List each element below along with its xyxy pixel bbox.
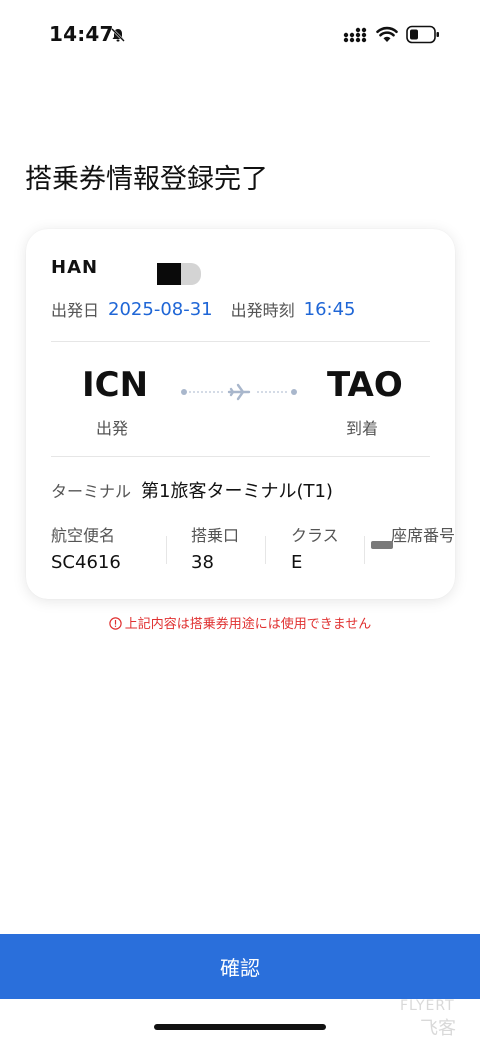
divider [51,456,430,457]
boarding-pass-card: HAN 出発日 2025-08-31 出発時刻 16:45 ICN 出発 TAO… [26,229,455,599]
origin-airport-code: ICN [82,365,149,405]
departure-time-value: 16:45 [303,298,356,320]
departure-datetime-row: 出発日 2025-08-31 出発時刻 16:45 [51,297,356,321]
column-separator [166,536,167,564]
wifi-icon [376,26,398,42]
departure-time-label: 出発時刻 [230,301,295,320]
divider [51,341,430,342]
status-time: 14:47 [49,22,114,46]
confirm-button[interactable]: 確認 [0,934,480,999]
passenger-name-text: HAN [51,257,99,278]
gate-value: 38 [191,552,214,573]
flight-number-label: 航空便名 [51,526,116,545]
passenger-name: HAN [51,257,201,285]
route-section: ICN 出発 TAO 到着 [26,357,455,447]
status-bar: 14:47 [0,0,480,72]
class-label: クラス [291,526,339,545]
bell-muted-icon [111,28,125,42]
terminal-row: ターミナル 第1旅客ターミナル(T1) [51,477,333,503]
seat-number-field: 座席番号 [391,522,455,578]
column-separator [364,536,365,564]
boarding-pass-complete-screen: 14:47 搭乗券情報登録完了 HAN 出発日 2025-08-31 出発時刻 … [0,0,480,1041]
redaction-mask [371,541,393,549]
gate-label: 搭乗口 [191,526,240,545]
battery-icon [406,25,439,44]
watermark: FLYERT 飞客 [400,998,472,1039]
flight-info-grid: 航空便名 SC4616 搭乗口 38 クラス E 座席番号 [51,522,455,578]
terminal-label: ターミナル [51,482,132,501]
destination-label: 到着 [346,419,379,438]
watermark-text: 飞客 [420,1018,456,1039]
home-indicator[interactable] [154,1024,326,1030]
cellular-signal-icon [343,27,367,43]
gate-field: 搭乗口 38 [191,522,239,578]
departure-date-value: 2025-08-31 [108,298,213,320]
redaction-mask [157,263,181,285]
terminal-value: 第1旅客ターミナル(T1) [141,481,333,502]
watermark-text: FLYERT [400,998,455,1014]
destination-airport-code: TAO [327,365,403,405]
redaction-mask [181,263,201,285]
class-field: クラス E [291,522,339,578]
flight-number-field: 航空便名 SC4616 [51,522,121,578]
column-separator [265,536,266,564]
usage-warning: 上記内容は搭乗券用途には使用できません [0,613,480,632]
class-value: E [291,552,303,573]
seat-number-label: 座席番号 [391,526,456,545]
flight-route-plane-icon [181,383,297,401]
usage-warning-text: 上記内容は搭乗券用途には使用できません [124,617,372,632]
alert-circle-icon [108,617,122,630]
page-title: 搭乗券情報登録完了 [25,164,268,195]
flight-number-value: SC4616 [51,552,121,573]
origin-label: 出発 [96,419,129,438]
departure-date-label: 出発日 [51,301,100,320]
